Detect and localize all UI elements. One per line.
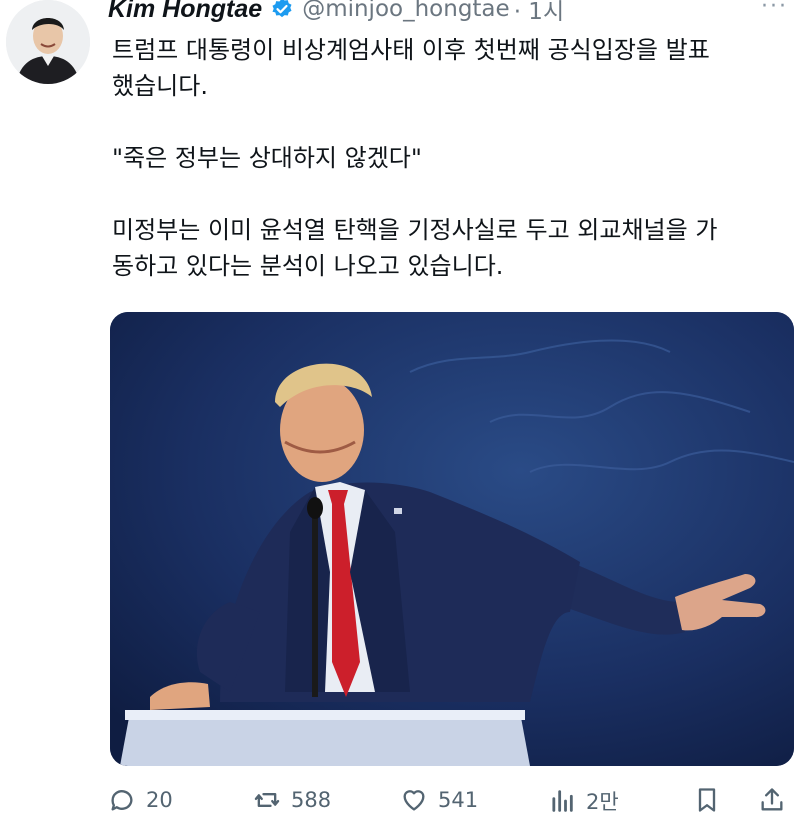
more-options-icon[interactable]: ··· (761, 0, 788, 19)
reply-icon (111, 790, 133, 811)
tweet-text: 트럼프 대통령이 비상계엄사태 이후 첫번째 공식입장을 발표 했습니다. "죽… (112, 32, 792, 284)
tweet-header: Kim Hongtae @minjoo_hongtae · 1시 (108, 0, 564, 26)
tweet-line: 미정부는 이미 윤석열 탄핵을 기정사실로 두고 외교채널을 가 (112, 216, 718, 244)
reply-button[interactable]: 20 (108, 786, 173, 814)
repost-icon (254, 793, 280, 807)
views-button[interactable]: 2만 (548, 786, 619, 816)
share-button[interactable] (758, 786, 796, 814)
like-count: 541 (438, 788, 479, 812)
repost-button[interactable]: 588 (253, 786, 331, 814)
like-icon (403, 790, 425, 811)
verified-badge-icon (270, 0, 294, 21)
reply-count: 20 (146, 788, 173, 812)
bookmark-button[interactable] (693, 786, 731, 814)
tweet-image[interactable] (110, 312, 794, 766)
share-icon (761, 788, 783, 811)
avatar[interactable] (6, 0, 90, 84)
views-count: 2만 (586, 790, 619, 814)
views-icon (552, 790, 573, 812)
tweet-line: 트럼프 대통령이 비상계엄사태 이후 첫번째 공식입장을 발표 (112, 36, 710, 64)
tweet-line: 동하고 있다는 분석이 나오고 있습니다. (112, 252, 504, 280)
tweet-line: "죽은 정부는 상대하지 않겠다" (112, 144, 422, 172)
bookmark-icon (698, 788, 716, 812)
post-time[interactable]: · 1시 (514, 0, 564, 26)
repost-count: 588 (291, 788, 332, 812)
user-name[interactable]: Kim Hongtae (108, 0, 262, 24)
tweet-line: 했습니다. (112, 72, 208, 100)
action-bar: 20 588 541 2만 (108, 780, 788, 826)
user-handle[interactable]: @minjoo_hongtae (302, 0, 510, 22)
like-button[interactable]: 541 (400, 786, 478, 814)
